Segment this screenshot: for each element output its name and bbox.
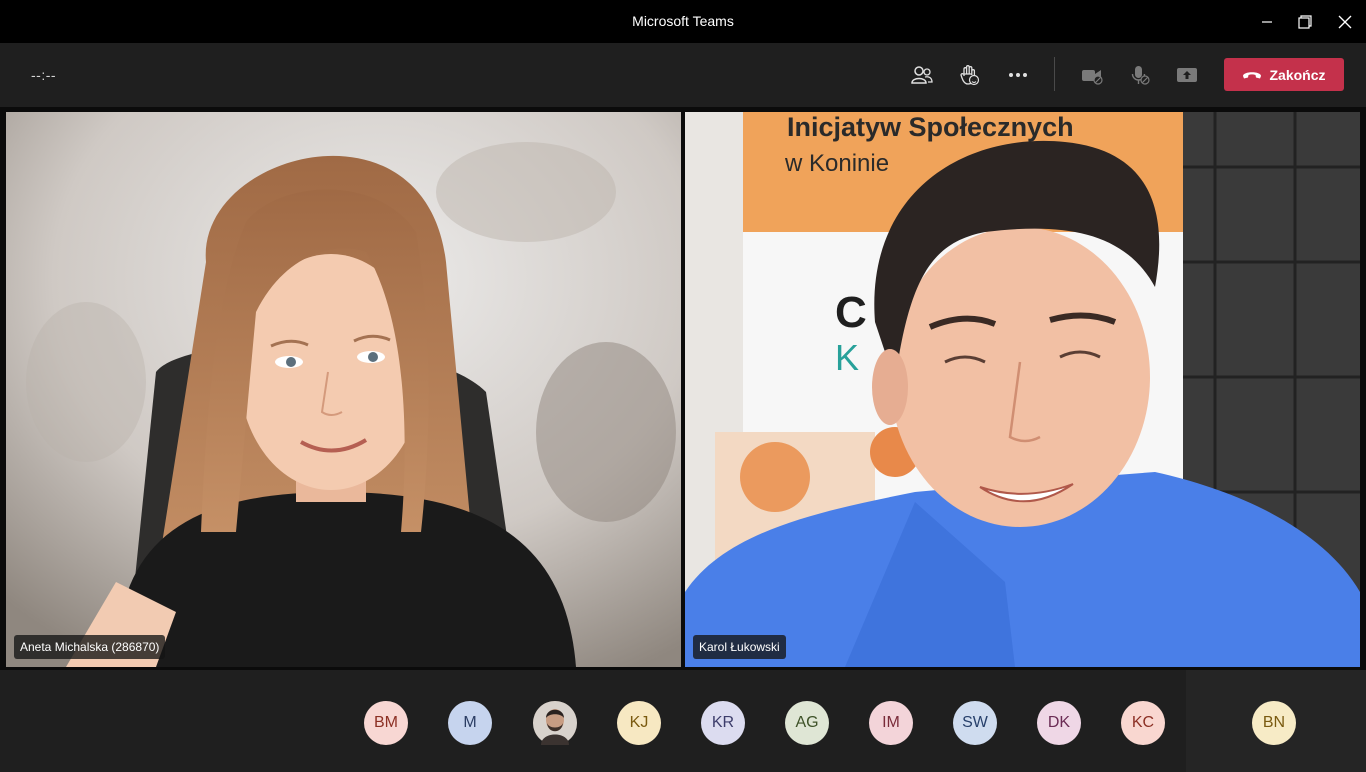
avatar-initials: KR — [711, 714, 735, 731]
avatar-initials: SW — [962, 714, 988, 731]
participant-avatar[interactable]: AG — [785, 701, 829, 745]
banner-title: Inicjatyw Społecznych — [787, 112, 1074, 142]
avatar-initials: M — [463, 714, 477, 731]
end-call-label: Zakończ — [1269, 66, 1326, 83]
banner-logo-text: C — [835, 288, 867, 337]
participant-avatar[interactable] — [533, 701, 577, 745]
camera-off-icon[interactable] — [1076, 59, 1108, 91]
avatar-photo — [533, 701, 577, 745]
participant-video-feed: C K — [685, 112, 1360, 667]
restore-icon[interactable] — [1292, 9, 1318, 35]
meeting-toolbar: --:-- Zakończ — [0, 43, 1366, 107]
svg-text:K: K — [835, 337, 859, 378]
close-icon[interactable] — [1332, 9, 1358, 35]
minimize-icon[interactable] — [1254, 9, 1280, 35]
video-stage: Aneta Michalska (286870) C K Inicjatyw S… — [0, 107, 1366, 670]
avatar-initials: IM — [882, 714, 900, 731]
participant-video-tile[interactable]: C K Inicjatyw Społecznych w Koninie Karo… — [685, 112, 1360, 667]
participant-name-tag: Karol Łukowski — [693, 635, 786, 659]
share-screen-icon[interactable] — [1171, 59, 1203, 91]
avatar-initials: DK — [1047, 714, 1071, 731]
avatar-initials: KC — [1131, 714, 1155, 731]
avatar-initials: AG — [795, 714, 819, 731]
raise-hand-icon[interactable] — [953, 59, 985, 91]
avatar-initials: BM — [374, 714, 398, 731]
banner-subtitle: w Koninie — [785, 150, 890, 177]
participants-icon[interactable] — [906, 59, 938, 91]
participant-avatar[interactable]: KR — [701, 701, 745, 745]
avatar-initials: BN — [1262, 714, 1286, 731]
participant-avatar[interactable]: KJ — [617, 701, 661, 745]
window-title: Microsoft Teams — [632, 13, 734, 29]
mic-off-icon[interactable] — [1124, 59, 1156, 91]
participant-avatar[interactable]: M — [448, 701, 492, 745]
avatar-initials: KJ — [629, 714, 649, 731]
participant-avatar[interactable]: IM — [869, 701, 913, 745]
toolbar-divider — [1054, 57, 1055, 91]
participant-name-tag: Aneta Michalska (286870) — [14, 635, 166, 659]
participant-video-feed — [6, 112, 681, 667]
more-options-icon[interactable] — [1002, 59, 1034, 91]
participant-avatar[interactable]: KC — [1121, 701, 1165, 745]
participant-video-tile[interactable]: Aneta Michalska (286870) — [6, 112, 681, 667]
participant-avatar[interactable]: BM — [364, 701, 408, 745]
participant-avatar[interactable]: SW — [953, 701, 997, 745]
participant-roster: BM M KJ KR AG IM SW DK KC BN — [0, 670, 1366, 772]
call-timer: --:-- — [31, 67, 57, 83]
participant-avatar[interactable]: BN — [1252, 701, 1296, 745]
end-call-button[interactable]: Zakończ — [1224, 58, 1344, 91]
participant-avatar[interactable]: DK — [1037, 701, 1081, 745]
title-bar: Microsoft Teams — [0, 0, 1366, 43]
phone-hangup-icon — [1243, 71, 1262, 78]
